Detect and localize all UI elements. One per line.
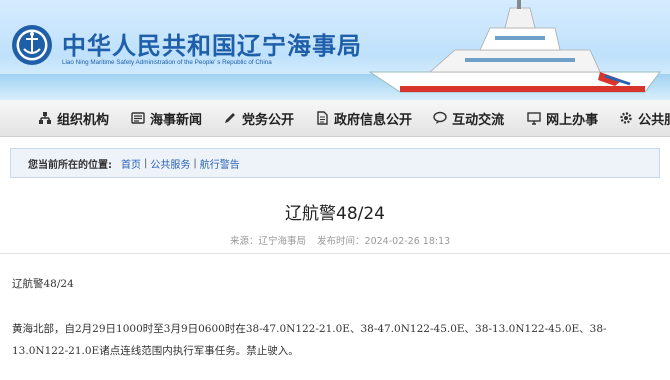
nav-label: 海事新闻 — [150, 112, 203, 128]
nav-label: 党务公开 — [242, 112, 295, 128]
nav-label: 互动交流 — [452, 112, 505, 128]
patrol-ship-image — [368, 0, 661, 93]
breadcrumb-separator: | — [144, 157, 148, 169]
msa-logo[interactable] — [11, 24, 53, 66]
pen-icon — [223, 111, 237, 125]
nav-item-news[interactable]: 海事新闻 — [131, 100, 202, 136]
nav-label: 公共服务 — [638, 112, 670, 128]
article-paragraph: 黄海北部，自2月29日1000时至3月9日0600时在38-47.0N122-2… — [12, 323, 607, 357]
breadcrumb-link-public-services[interactable]: 公共服务 — [150, 156, 190, 171]
divider — [0, 253, 670, 254]
nav-item-party-affairs[interactable]: 党务公开 — [223, 100, 294, 136]
nav-item-organization[interactable]: 组织机构 — [38, 100, 109, 136]
article-publish-time: 发布时间：2024-02-26 18:13 — [317, 236, 451, 247]
header-banner: 中华人民共和国辽宁海事局 Liao Ning Maritime Safety A… — [0, 0, 670, 100]
breadcrumb: 您当前所在的位置: 首页 | 公共服务 | 航行警告 — [10, 148, 660, 178]
article-meta: 来源：辽宁海事局 发布时间：2024-02-26 18:13 — [230, 233, 458, 247]
nav-item-public-services[interactable]: 公共服务 — [619, 100, 670, 136]
nav-label: 政府信息公开 — [334, 112, 413, 128]
site-subtitle: Liao Ning Maritime Safety Administration… — [62, 59, 272, 66]
article-paragraph: 辽航警48/24 — [12, 278, 74, 290]
site-title: 中华人民共和国辽宁海事局 — [62, 32, 362, 60]
nav-item-online-services[interactable]: 网上办事 — [527, 100, 598, 136]
nav-item-gov-info[interactable]: 政府信息公开 — [315, 100, 412, 136]
article-title: 辽航警48/24 — [285, 204, 385, 224]
document-icon — [315, 111, 329, 125]
breadcrumb-separator: | — [193, 157, 197, 169]
breadcrumb-link-home[interactable]: 首页 — [121, 156, 141, 171]
article-source: 来源：辽宁海事局 — [230, 236, 307, 247]
nav-label: 组织机构 — [57, 112, 110, 128]
main-nav: 组织机构 海事新闻 党务公开 政府信息公开 互动交流 网上办事 公共服务 — [0, 100, 670, 137]
nav-item-interaction[interactable]: 互动交流 — [433, 100, 504, 136]
breadcrumb-link-nav-warnings[interactable]: 航行警告 — [200, 156, 240, 171]
org-chart-icon — [38, 111, 52, 125]
gear-icon — [619, 111, 633, 125]
monitor-icon — [527, 111, 541, 125]
breadcrumb-label: 您当前所在的位置: — [28, 159, 112, 171]
newspaper-icon — [131, 111, 145, 125]
nav-label: 网上办事 — [546, 112, 599, 128]
chat-icon — [433, 111, 447, 125]
